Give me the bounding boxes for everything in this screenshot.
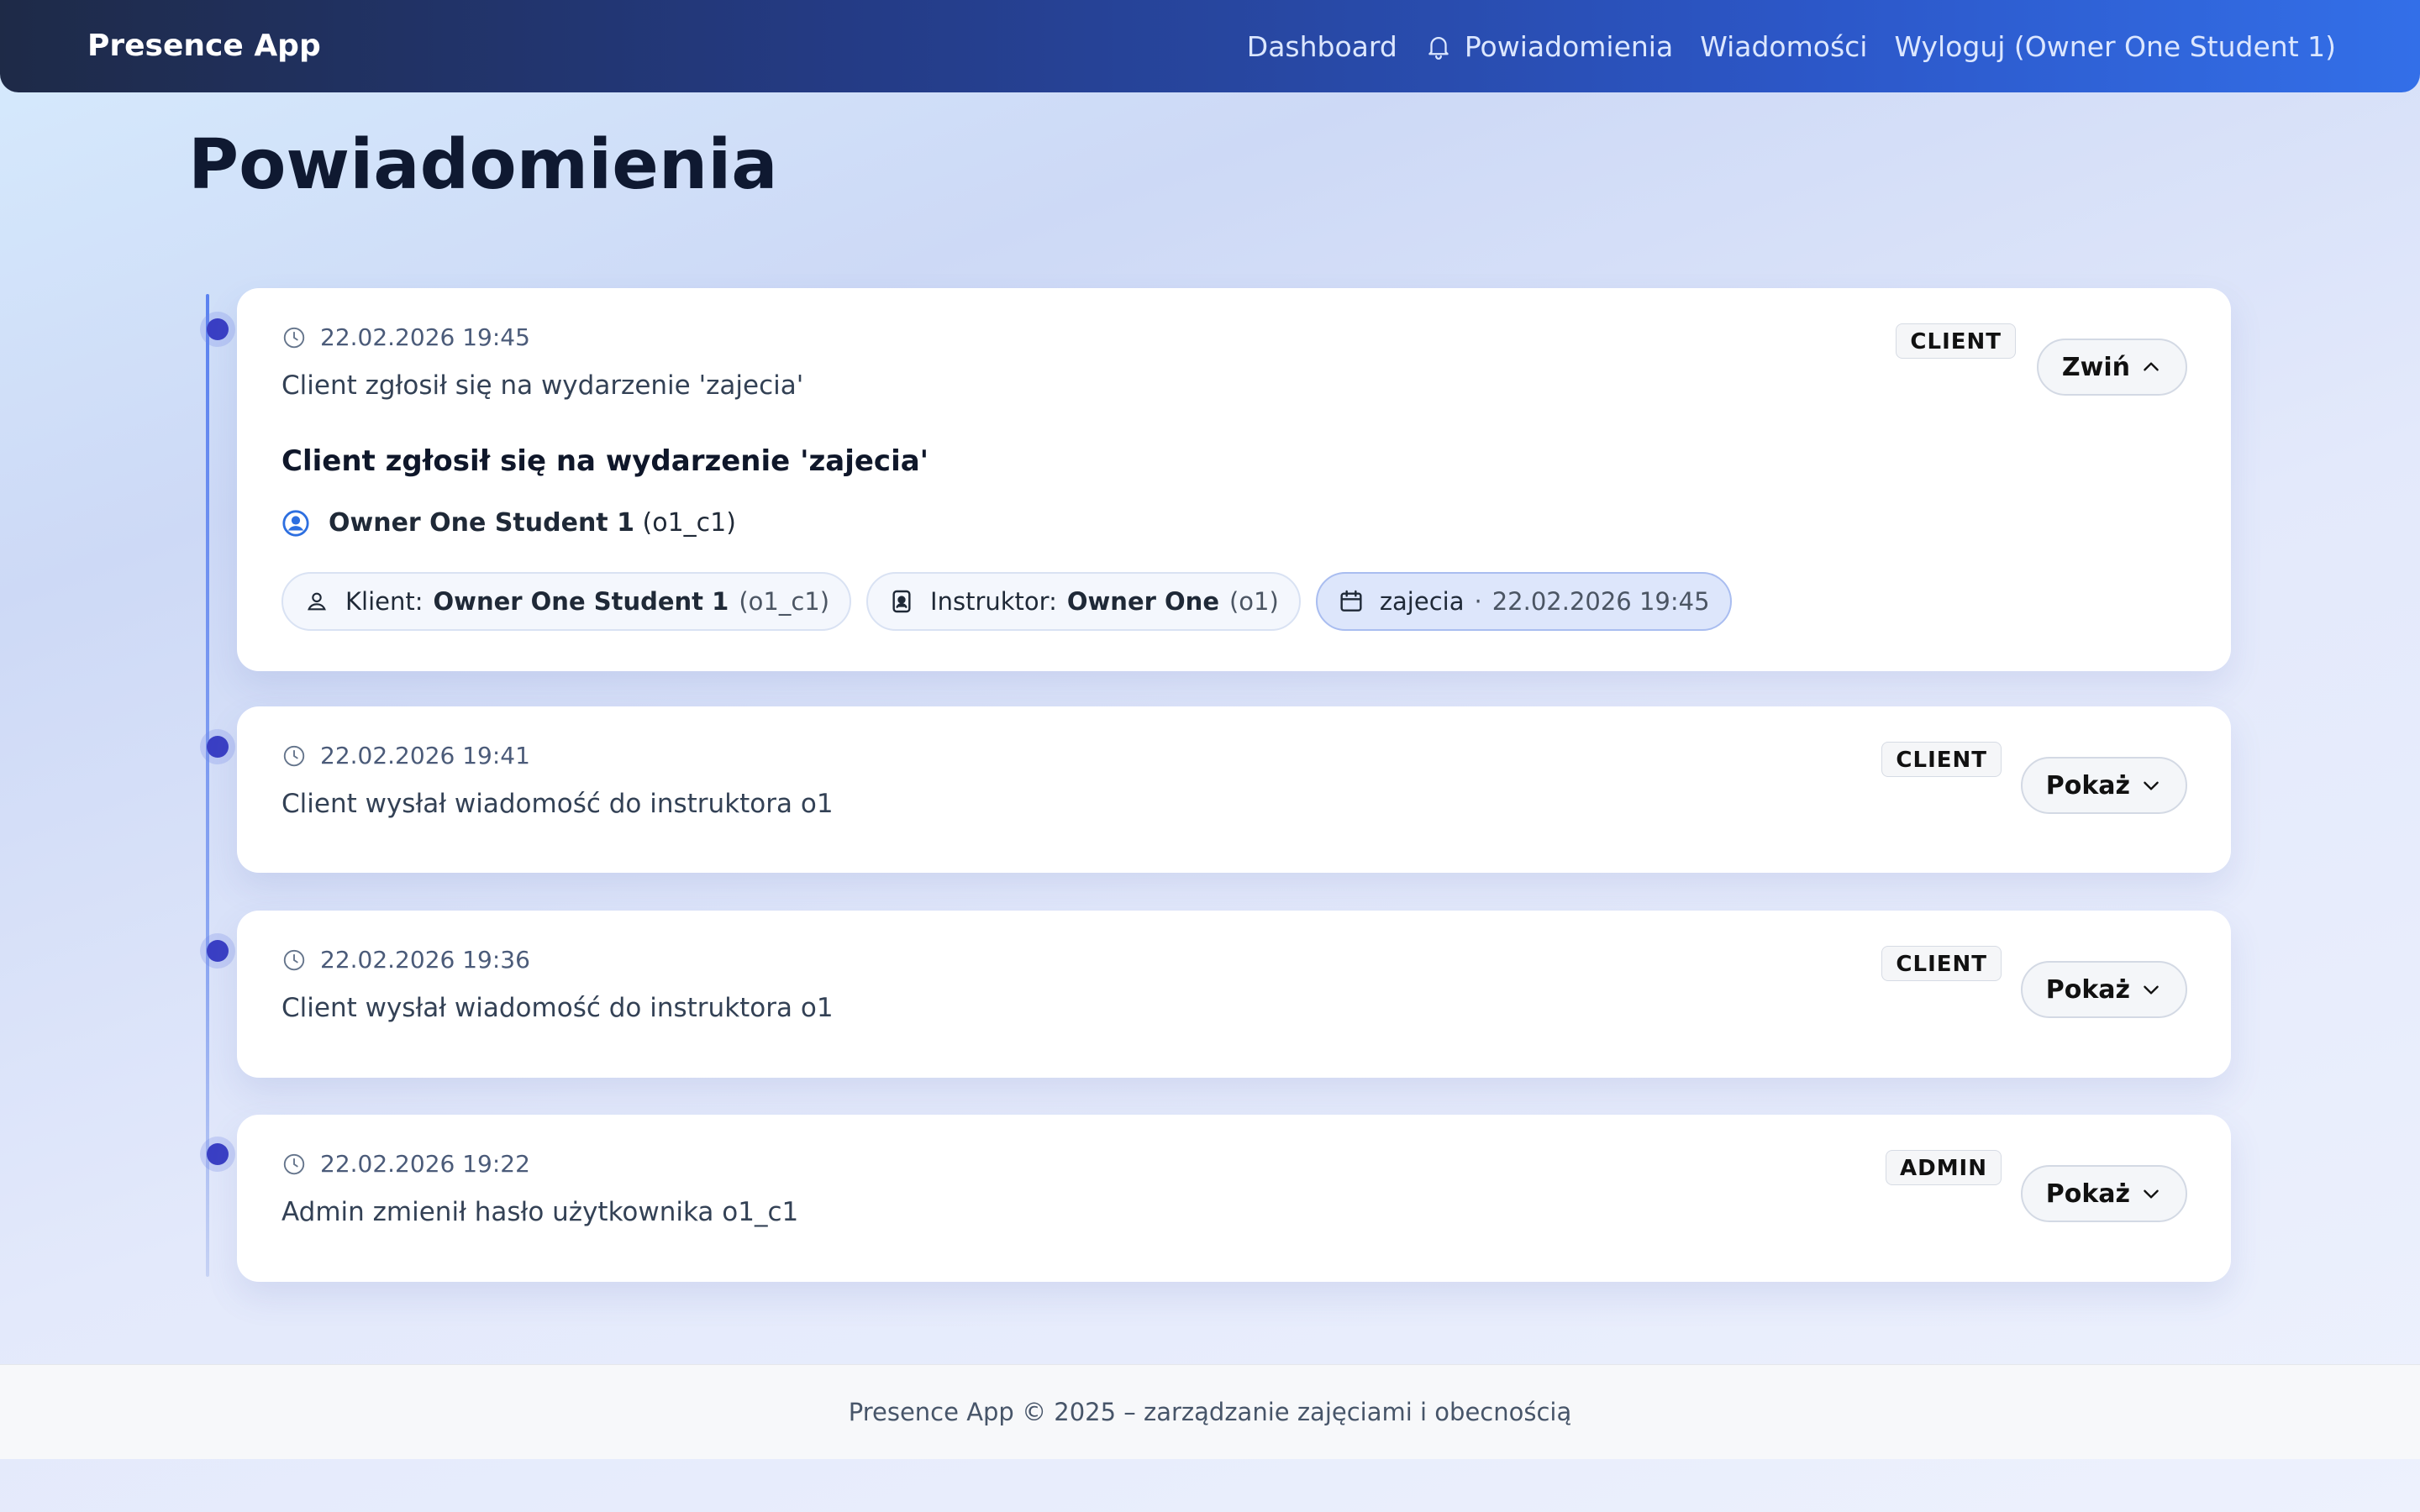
toggle-label: Pokaż [2045, 974, 2130, 1005]
detail-user-login: (o1_c1) [642, 508, 736, 538]
time-text: 22.02.2026 19:36 [320, 946, 530, 974]
notification-card: 22.02.2026 19:41 Client wysłał wiadomość… [237, 706, 2231, 873]
event-date: 22.02.2026 19:45 [1491, 587, 1710, 616]
time-text: 22.02.2026 19:22 [320, 1150, 530, 1178]
notification-time: 22.02.2026 19:41 [281, 742, 530, 769]
chip-value: Owner One Student 1 [433, 587, 729, 616]
nav-link-label: Powiadomienia [1464, 29, 1674, 63]
role-badge: CLIENT [1881, 946, 2002, 981]
nav-link-label: Dashboard [1246, 29, 1397, 63]
page-title: Powiadomienia [188, 125, 778, 205]
toggle-label: Pokaż [2045, 1179, 2130, 1209]
time-text: 22.02.2026 19:41 [320, 742, 530, 769]
toggle-label: Pokaż [2045, 770, 2130, 801]
role-badge: ADMIN [1885, 1150, 2002, 1185]
role-badge: CLIENT [1896, 323, 2016, 359]
chip-label: Instruktor: [930, 587, 1057, 616]
nav-link-notifications[interactable]: Powiadomienia [1424, 30, 1673, 63]
expand-button[interactable]: Pokaż [2020, 757, 2187, 814]
notification-text: Admin zmienił hasło użytkownika o1_c1 [281, 1197, 799, 1227]
chevron-down-icon [2144, 781, 2159, 790]
chevron-up-icon [2144, 362, 2159, 371]
collapse-button[interactable]: Zwiń [2036, 339, 2187, 396]
bell-icon [1428, 37, 1449, 60]
chip-login: (o1) [1228, 587, 1279, 616]
time-text: 22.02.2026 19:45 [320, 323, 530, 351]
chip-label: Klient: [345, 587, 424, 616]
person-icon [308, 592, 326, 611]
user-circle-icon [282, 509, 309, 537]
detail-chips: Klient: Owner One Student 1 (o1_c1) Inst… [281, 572, 1732, 631]
timeline-dot [207, 318, 229, 340]
instructor-chip[interactable]: Instruktor: Owner One (o1) [866, 572, 1301, 631]
event-separator: · [1474, 587, 1482, 616]
footer-text: Presence App © 2025 – zarządzanie zajęci… [848, 1398, 1572, 1426]
notification-text: Client wysłał wiadomość do instruktora o… [281, 789, 834, 819]
nav-link-messages[interactable]: Wiadomości [1700, 30, 1867, 63]
timeline-dot [207, 940, 229, 962]
notification-text: Client wysłał wiadomość do instruktora o… [281, 993, 834, 1023]
chip-value: Owner One [1066, 587, 1219, 616]
top-navbar: Presence App Dashboard Powiadomienia Wia… [0, 0, 2420, 92]
nav-link-logout[interactable]: Wyloguj (Owner One Student 1) [1894, 30, 2336, 63]
nav-link-dashboard[interactable]: Dashboard [1247, 30, 1397, 63]
notification-text: Client zgłosił się na wydarzenie 'zajeci… [281, 370, 804, 401]
chip-login: (o1_c1) [739, 587, 830, 616]
badge-person-icon [892, 590, 911, 613]
event-chip[interactable]: zajecia · 22.02.2026 19:45 [1315, 572, 1732, 631]
timeline-dot [207, 1143, 229, 1165]
nav-link-label: Wyloguj (Owner One Student 1) [1894, 29, 2336, 63]
chevron-down-icon [2144, 985, 2159, 995]
chevron-down-icon [2144, 1189, 2159, 1199]
event-name: zajecia [1379, 587, 1465, 616]
timeline-dot [207, 736, 229, 758]
notification-time: 22.02.2026 19:22 [281, 1150, 530, 1178]
notification-card: 22.02.2026 19:45 Client zgłosił się na w… [237, 288, 2231, 671]
detail-title: Client zgłosił się na wydarzenie 'zajeci… [281, 444, 929, 478]
detail-user: Owner One Student 1 (o1_c1) [281, 508, 736, 538]
toggle-label: Zwiń [2061, 352, 2130, 382]
nav-menu: Dashboard Powiadomienia Wiadomości Wylog… [1247, 0, 2336, 92]
app-brand[interactable]: Presence App [87, 0, 321, 92]
detail-user-name: Owner One Student 1 [329, 508, 634, 538]
notification-time: 22.02.2026 19:45 [281, 323, 530, 351]
calendar-icon [1340, 590, 1362, 612]
notification-time: 22.02.2026 19:36 [281, 946, 530, 974]
clock-icon [283, 949, 305, 970]
page-footer: Presence App © 2025 – zarządzanie zajęci… [0, 1364, 2420, 1459]
notification-card: 22.02.2026 19:36 Client wysłał wiadomość… [237, 911, 2231, 1078]
client-chip[interactable]: Klient: Owner One Student 1 (o1_c1) [281, 572, 852, 631]
clock-icon [283, 745, 305, 766]
role-badge: CLIENT [1881, 742, 2002, 777]
expand-button[interactable]: Pokaż [2020, 961, 2187, 1018]
clock-icon [283, 1153, 305, 1174]
clock-icon [283, 327, 305, 348]
notification-card: 22.02.2026 19:22 Admin zmienił hasło uży… [237, 1115, 2231, 1282]
nav-link-label: Wiadomości [1700, 29, 1868, 63]
timeline-line [206, 294, 209, 1277]
expand-button[interactable]: Pokaż [2020, 1165, 2187, 1222]
